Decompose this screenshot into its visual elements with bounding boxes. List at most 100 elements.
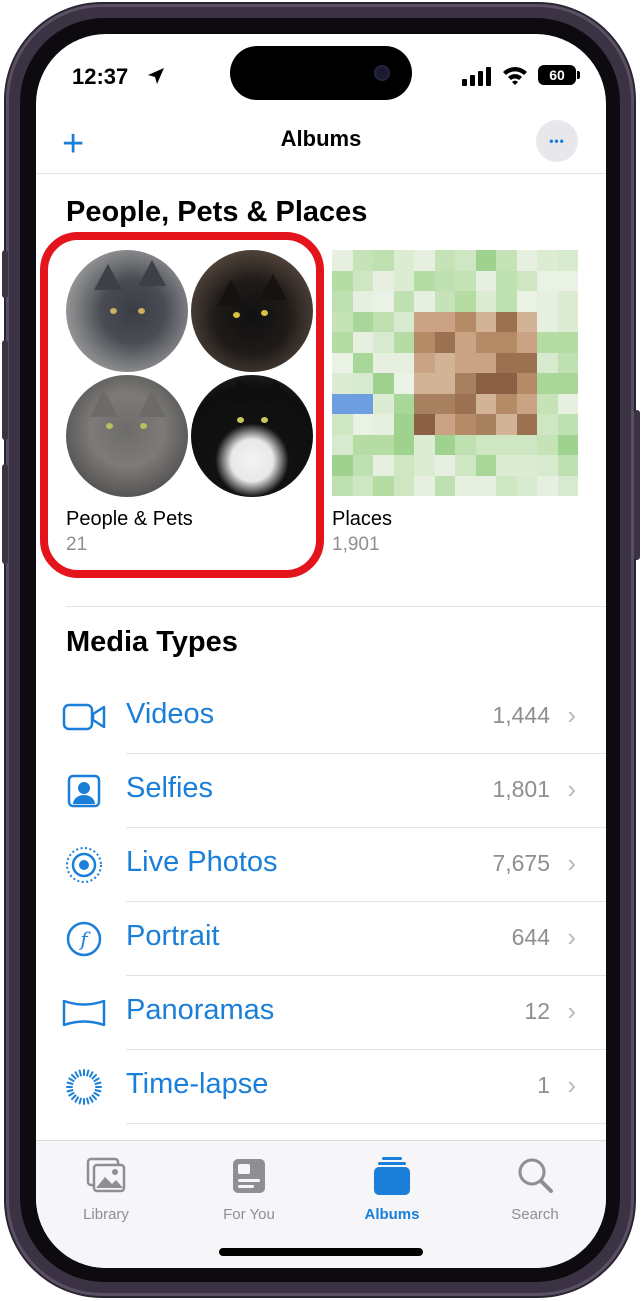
- media-count: 12: [524, 998, 550, 1024]
- media-row-live-photos[interactable]: Live Photos 7,675 ›: [36, 828, 606, 902]
- mosaic-tile: [332, 352, 353, 373]
- portrait-icon: f: [62, 920, 106, 958]
- media-label: Time-lapse: [126, 1068, 269, 1100]
- highlight-outline: [40, 232, 324, 578]
- mosaic-tile: [434, 291, 455, 312]
- mosaic-tile: [393, 414, 414, 435]
- tab-search[interactable]: Search: [475, 1155, 595, 1223]
- more-options-button[interactable]: •••: [536, 120, 578, 162]
- media-count: 7,675: [492, 850, 550, 876]
- mosaic-tile: [393, 332, 414, 353]
- mosaic-tile: [393, 373, 414, 394]
- timelapse-tick: [78, 1097, 82, 1105]
- front-camera: [374, 65, 390, 81]
- mosaic-tile: [475, 455, 496, 476]
- row-separator: [126, 1123, 606, 1124]
- mosaic-tile: [537, 352, 558, 373]
- media-row-portrait[interactable]: f Portrait 644 ›: [36, 902, 606, 976]
- panorama-icon: [62, 994, 106, 1032]
- mosaic-tile: [455, 455, 476, 476]
- mosaic-tile: [332, 393, 353, 414]
- mosaic-tile: [332, 414, 353, 435]
- for-you-icon: [233, 1159, 265, 1193]
- mosaic-tile: [352, 373, 373, 394]
- mosaic-tile: [373, 311, 394, 332]
- tab-library[interactable]: Library: [46, 1155, 166, 1223]
- page-title: Albums: [280, 126, 362, 151]
- mosaic-tile: [332, 455, 353, 476]
- timelapse-tick: [93, 1077, 100, 1082]
- mosaic-tile: [496, 270, 517, 291]
- mosaic-tile: [537, 332, 558, 353]
- mosaic-tile: [455, 373, 476, 394]
- home-indicator: [219, 1248, 423, 1256]
- mosaic-tile: [414, 414, 435, 435]
- mosaic-tile: [434, 352, 455, 373]
- albums-icon: [374, 1157, 410, 1195]
- mosaic-tile: [516, 332, 537, 353]
- tab-albums[interactable]: Albums: [332, 1155, 452, 1223]
- timelapse-tick: [66, 1081, 74, 1085]
- mosaic-tile: [352, 414, 373, 435]
- mosaic-tile: [496, 332, 517, 353]
- mosaic-tile: [557, 311, 578, 332]
- mosaic-tile: [373, 270, 394, 291]
- timelapse-tick: [68, 1077, 75, 1082]
- volume-up-button: [2, 340, 8, 440]
- action-button: [2, 250, 8, 298]
- mosaic-tile: [475, 373, 496, 394]
- video-icon: [62, 698, 106, 736]
- mosaic-tile: [475, 270, 496, 291]
- mosaic-tile: [414, 434, 435, 455]
- mosaic-tile: [434, 250, 455, 271]
- mosaic-tile: [373, 393, 394, 414]
- mosaic-tile: [496, 434, 517, 455]
- location-arrow-icon: [148, 68, 164, 84]
- mosaic-tile: [557, 332, 578, 353]
- live-photo-icon: [62, 846, 106, 884]
- mosaic-tile: [414, 250, 435, 271]
- mosaic-tile: [352, 475, 373, 496]
- mosaic-tile: [516, 352, 537, 373]
- mosaic-tile: [393, 475, 414, 496]
- media-row-selfies[interactable]: Selfies 1,801 ›: [36, 754, 606, 828]
- mosaic-tile: [373, 414, 394, 435]
- mosaic-tile: [496, 250, 517, 271]
- places-album-thumbnail[interactable]: [332, 250, 578, 496]
- tab-for-you[interactable]: For You: [189, 1155, 309, 1223]
- mosaic-tile: [516, 455, 537, 476]
- status-bar: 12:37 60: [36, 34, 606, 118]
- chevron-right-icon: ›: [567, 1070, 576, 1100]
- tab-label: For You: [223, 1206, 275, 1223]
- mosaic-tile: [332, 250, 353, 271]
- chevron-right-icon: ›: [567, 922, 576, 952]
- mosaic-tile: [475, 352, 496, 373]
- mosaic-tile: [537, 311, 558, 332]
- media-count: 1: [537, 1072, 550, 1098]
- tab-label: Albums: [364, 1206, 420, 1223]
- album-title-places: Places: [332, 508, 393, 530]
- timelapse-tick: [94, 1089, 102, 1093]
- battery-level: 60: [549, 67, 565, 83]
- mosaic-tile: [332, 291, 353, 312]
- mosaic-tile: [455, 270, 476, 291]
- mosaic-tile: [332, 475, 353, 496]
- media-count: 1,801: [492, 776, 550, 802]
- media-row-timelapse[interactable]: Time-lapse 1 ›: [36, 1050, 606, 1124]
- mosaic-tile: [537, 393, 558, 414]
- mosaic-tile: [455, 332, 476, 353]
- mosaic-tile: [434, 414, 455, 435]
- power-button: [634, 410, 640, 560]
- media-row-panoramas[interactable]: Panoramas 12 ›: [36, 976, 606, 1050]
- mosaic-tile: [352, 332, 373, 353]
- timelapse-tick: [70, 1073, 77, 1080]
- mosaic-tile: [393, 250, 414, 271]
- media-row-videos[interactable]: Videos 1,444 ›: [36, 680, 606, 754]
- mosaic-tile: [516, 250, 537, 271]
- mosaic-tile: [434, 393, 455, 414]
- section-divider: [66, 606, 606, 607]
- mosaic-tile: [352, 291, 373, 312]
- mosaic-tile: [393, 270, 414, 291]
- mosaic-tile: [393, 455, 414, 476]
- mosaic-tile: [434, 475, 455, 496]
